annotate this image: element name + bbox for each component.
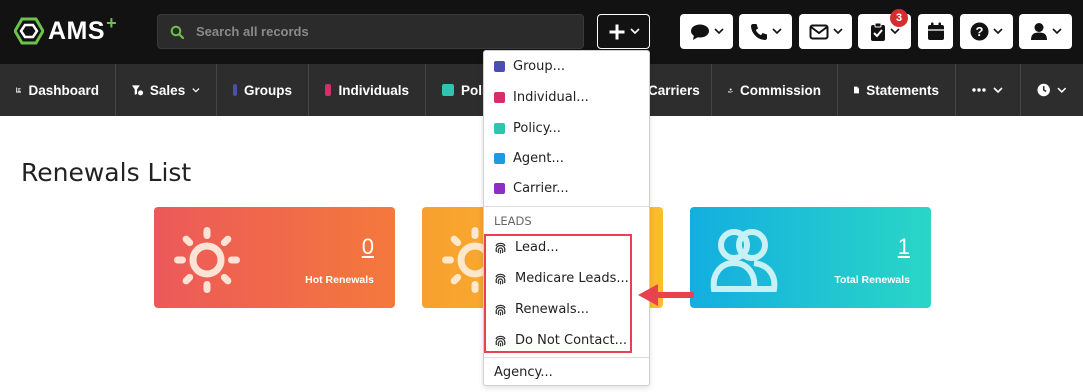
leads-section-header: LEADS — [494, 214, 532, 228]
menu-item-agency-label: Agency... — [494, 364, 553, 380]
chevron-down-icon — [771, 28, 782, 35]
groups-color-square — [233, 84, 237, 96]
user-icon — [1030, 23, 1047, 40]
users-icon — [710, 229, 778, 292]
logo-text: AMS — [48, 16, 106, 45]
nav-sales[interactable]: Sales — [116, 64, 217, 116]
sun-icon — [174, 227, 240, 293]
logo-plus: + — [106, 12, 117, 33]
total-renewals-label: Total Renewals — [834, 274, 910, 286]
nav-sales-label: Sales — [149, 82, 186, 98]
individuals-color-square — [325, 84, 332, 96]
clock-icon — [1037, 83, 1050, 97]
individual-color-square — [494, 91, 505, 103]
menu-item-agent[interactable]: Agent... — [494, 148, 564, 168]
annotation-arrow-icon — [638, 284, 694, 306]
chevron-down-icon — [629, 28, 640, 35]
mail-button[interactable] — [799, 14, 852, 49]
app-logo[interactable]: AMS + — [14, 12, 117, 46]
nav-individuals-label: Individuals — [338, 82, 409, 98]
menu-divider — [484, 357, 649, 358]
help-button[interactable]: ? — [960, 14, 1013, 49]
nav-commission[interactable]: Commission — [712, 64, 838, 116]
chevron-down-icon — [993, 86, 1003, 93]
calendar-button[interactable] — [918, 14, 953, 49]
nav-groups[interactable]: Groups — [217, 64, 309, 116]
menu-item-group-label: Group... — [513, 58, 565, 74]
user-menu-button[interactable] — [1019, 14, 1072, 49]
total-renewals-count[interactable]: 1 — [898, 234, 910, 260]
hexagon-logo-icon — [14, 17, 44, 45]
chevron-down-icon — [1057, 87, 1067, 93]
nav-more-button[interactable] — [956, 64, 1021, 116]
search-input[interactable] — [196, 24, 576, 39]
chat-bubble-icon — [690, 24, 709, 40]
menu-item-agent-label: Agent... — [513, 150, 564, 166]
chevron-down-icon — [993, 28, 1003, 35]
hot-renewals-count[interactable]: 0 — [362, 234, 374, 260]
envelope-icon — [809, 24, 828, 39]
menu-item-agency[interactable]: Agency... — [494, 362, 553, 382]
chevron-down-icon — [192, 87, 200, 93]
menu-divider — [484, 206, 649, 207]
nav-carriers-label: Carriers — [648, 82, 700, 98]
phone-button[interactable] — [739, 14, 792, 49]
chart-icon — [16, 87, 22, 93]
menu-item-individual-label: Individual... — [513, 89, 589, 105]
chevron-down-icon — [713, 28, 724, 35]
total-renewals-card[interactable]: 1 Total Renewals — [690, 207, 931, 308]
task-count-badge: 3 — [890, 9, 908, 27]
nav-commission-label: Commission — [739, 82, 821, 98]
policies-color-square — [442, 84, 454, 96]
nav-groups-label: Groups — [243, 82, 292, 98]
menu-item-group[interactable]: Group... — [494, 56, 565, 76]
chevron-down-icon — [889, 28, 900, 35]
hot-renewals-label: Hot Renewals — [305, 274, 374, 286]
funnel-dollar-icon — [132, 84, 143, 95]
chevron-down-icon — [832, 28, 843, 35]
plus-icon — [609, 24, 624, 39]
question-circle-icon: ? — [970, 22, 989, 41]
phone-icon — [750, 23, 767, 40]
nav-statements[interactable]: Statements — [838, 64, 956, 116]
hand-coin-icon — [728, 88, 733, 92]
calendar-icon — [927, 22, 944, 40]
group-color-square — [494, 60, 505, 72]
menu-item-policy-label: Policy... — [513, 120, 561, 136]
nav-dashboard[interactable]: Dashboard — [0, 64, 116, 116]
file-icon — [854, 86, 860, 94]
page-title: Renewals List — [21, 158, 192, 187]
leads-highlight-box — [484, 234, 632, 353]
menu-item-carrier-label: Carrier... — [513, 180, 569, 196]
agent-color-square — [494, 152, 505, 164]
nav-individuals[interactable]: Individuals — [309, 64, 426, 116]
menu-item-policy[interactable]: Policy... — [494, 118, 561, 138]
search-box[interactable] — [157, 14, 584, 49]
carrier-color-square — [494, 182, 505, 194]
nav-dashboard-label: Dashboard — [28, 82, 99, 98]
policy-color-square — [494, 122, 505, 134]
svg-text:?: ? — [976, 24, 984, 39]
search-icon — [170, 25, 184, 39]
nav-statements-label: Statements — [866, 82, 939, 98]
chevron-down-icon — [1051, 28, 1062, 35]
menu-item-individual[interactable]: Individual... — [494, 87, 589, 107]
chat-button[interactable] — [680, 14, 733, 49]
hot-renewals-card[interactable]: 0 Hot Renewals — [154, 207, 395, 308]
clipboard-check-icon — [870, 22, 885, 41]
nav-recent-button[interactable] — [1021, 64, 1083, 116]
menu-item-carrier[interactable]: Carrier... — [494, 178, 569, 198]
add-new-button[interactable] — [597, 14, 650, 49]
ellipsis-icon — [972, 88, 986, 92]
